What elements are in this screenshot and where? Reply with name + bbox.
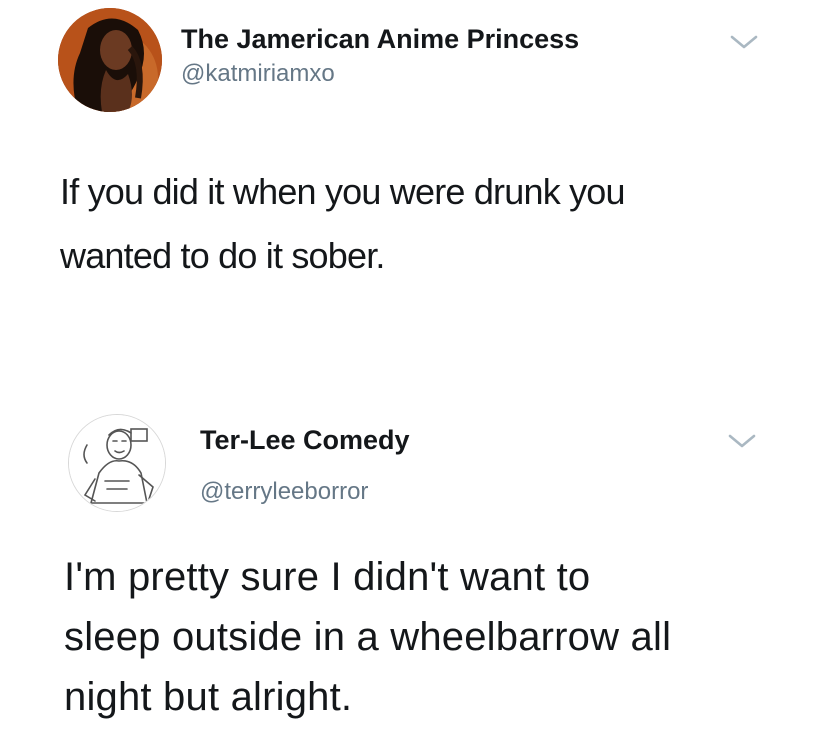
tweet-text: I'm pretty sure I didn't want to sleep o… xyxy=(64,547,671,727)
chevron-down-icon[interactable] xyxy=(729,32,759,52)
tweet-text-line: night but alright. xyxy=(64,675,353,719)
tweet-text-line: I'm pretty sure I didn't want to xyxy=(64,555,591,599)
avatar[interactable] xyxy=(68,414,166,512)
display-name[interactable]: Ter-Lee Comedy xyxy=(200,427,410,454)
tweet-text-line: If you did it when you were drunk you xyxy=(60,171,626,212)
sketch-profile-photo-icon xyxy=(69,415,165,511)
tweet-text: If you did it when you were drunk you wa… xyxy=(60,160,626,288)
tweet-1: The Jamerican Anime Princess @katmiriamx… xyxy=(0,0,828,380)
user-handle[interactable]: @katmiriamxo xyxy=(181,62,335,86)
user-handle[interactable]: @terryleeborror xyxy=(200,480,368,504)
avatar[interactable] xyxy=(58,8,162,112)
profile-photo-icon xyxy=(58,8,162,112)
tweet-text-line: wanted to do it sober. xyxy=(60,235,385,276)
display-name[interactable]: The Jamerican Anime Princess xyxy=(181,26,579,53)
chevron-down-icon[interactable] xyxy=(727,431,757,451)
tweet-text-line: sleep outside in a wheelbarrow all xyxy=(64,615,672,659)
